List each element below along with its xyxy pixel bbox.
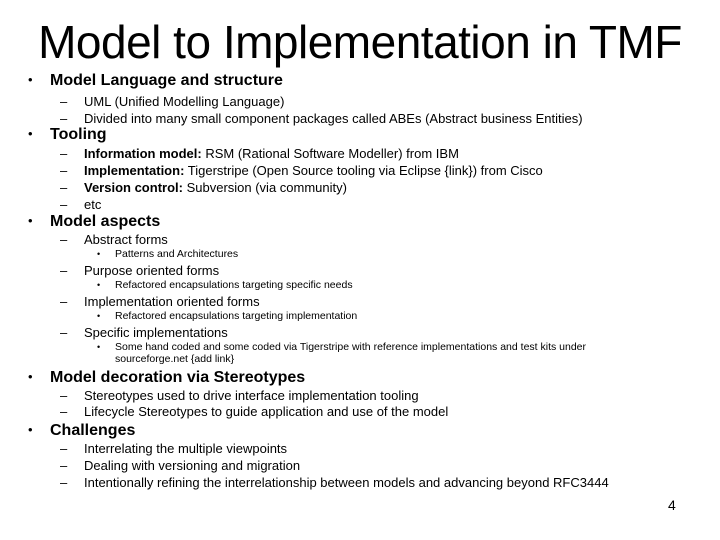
dash-marker: – [60, 197, 68, 212]
page-number: 4 [668, 497, 676, 513]
dash-marker: – [60, 163, 68, 178]
list-item: Divided into many small component packag… [84, 111, 583, 126]
dash-marker: – [60, 388, 68, 403]
dash-marker: – [60, 180, 68, 195]
section-heading: Challenges [50, 422, 136, 439]
sub-item: Some hand coded and some coded via Tiger… [115, 341, 587, 353]
section-heading: Model decoration via Stereotypes [50, 369, 306, 386]
list-item: Version control: Subversion (via communi… [84, 180, 347, 195]
list-item: etc [84, 197, 102, 212]
list-item: Abstract forms [84, 232, 168, 247]
bullet-marker: • [28, 369, 33, 384]
bullet-marker: • [28, 422, 33, 437]
dash-marker: – [60, 404, 68, 419]
dash-marker: – [60, 475, 68, 490]
list-item: Intentionally refining the interrelation… [84, 475, 609, 490]
sub-item: Refactored encapsulations targeting impl… [115, 310, 358, 322]
list-item: Implementation oriented forms [84, 294, 260, 309]
list-item: Lifecycle Stereotypes to guide applicati… [84, 404, 449, 419]
list-item: UML (Unified Modelling Language) [84, 94, 285, 109]
sub-item: Patterns and Architectures [115, 248, 239, 260]
dash-marker: – [60, 458, 68, 473]
sub-item: Refactored encapsulations targeting spec… [115, 279, 353, 291]
list-item: Interrelating the multiple viewpoints [84, 441, 288, 456]
sub-bullet-marker: • [97, 311, 101, 321]
list-item: Specific implementations [84, 325, 228, 340]
item-text: RSM (Rational Software Modeller) from IB… [201, 146, 459, 161]
dash-marker: – [60, 94, 68, 109]
item-text: Subversion (via community) [182, 180, 347, 195]
item-label: Information model: [84, 146, 202, 161]
dash-marker: – [60, 232, 68, 247]
item-text: Tigerstripe (Open Source tooling via Ecl… [184, 163, 543, 178]
item-label: Implementation: [84, 163, 185, 178]
dash-marker: – [60, 263, 68, 278]
dash-marker: – [60, 441, 68, 456]
dash-marker: – [60, 146, 68, 161]
slide-title: Model to Implementation in TMF [38, 16, 682, 68]
list-item: Purpose oriented forms [84, 263, 220, 278]
list-item: Information model: RSM (Rational Softwar… [84, 146, 459, 161]
section-heading: Tooling [50, 126, 107, 143]
bullet-marker: • [28, 72, 33, 87]
sub-item-continuation: sourceforge.net {add link} [115, 353, 235, 365]
dash-marker: – [60, 111, 68, 126]
dash-marker: – [60, 294, 68, 309]
section-heading: Model aspects [50, 213, 161, 230]
item-label: Version control: [84, 180, 183, 195]
list-item: Dealing with versioning and migration [84, 458, 301, 473]
dash-marker: – [60, 325, 68, 340]
list-item: Stereotypes used to drive interface impl… [84, 388, 419, 403]
bullet-marker: • [28, 126, 33, 141]
list-item: Implementation: Tigerstripe (Open Source… [84, 163, 543, 178]
sub-bullet-marker: • [97, 280, 101, 290]
bullet-marker: • [28, 213, 33, 228]
sub-bullet-marker: • [97, 342, 101, 352]
section-heading: Model Language and structure [50, 72, 283, 89]
sub-bullet-marker: • [97, 249, 101, 259]
